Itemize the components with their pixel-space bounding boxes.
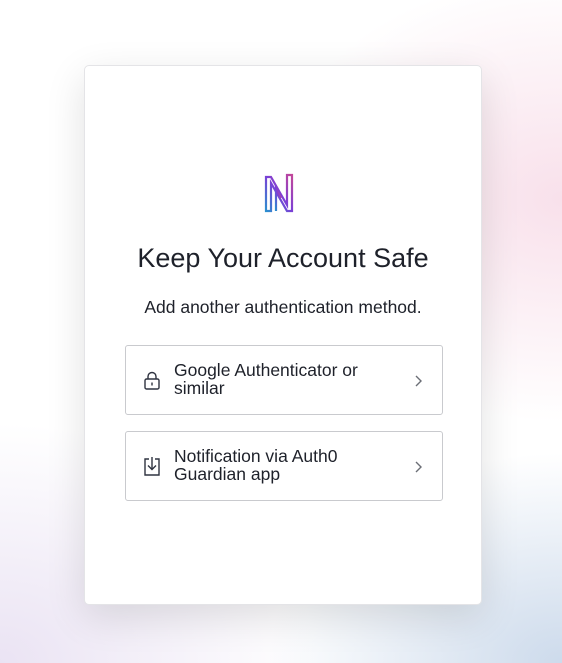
option-google-authenticator-button[interactable]: Google Authenticator or similar	[125, 345, 443, 415]
page-title: Keep Your Account Safe	[137, 243, 429, 273]
chevron-right-icon	[415, 375, 422, 387]
option-label: Notification via Auth0 Guardian app	[174, 446, 338, 484]
mfa-card: Keep Your Account Safe Add another authe…	[84, 65, 482, 605]
option-label: Google Authenticator or similar	[174, 360, 358, 398]
page-subtitle: Add another authentication method.	[144, 297, 422, 317]
brand-n-logo-icon	[264, 173, 299, 213]
chevron-right-icon	[415, 461, 422, 473]
download-icon	[144, 457, 160, 476]
lock-icon	[144, 371, 160, 390]
option-guardian-notification-button[interactable]: Notification via Auth0 Guardian app	[125, 431, 443, 501]
